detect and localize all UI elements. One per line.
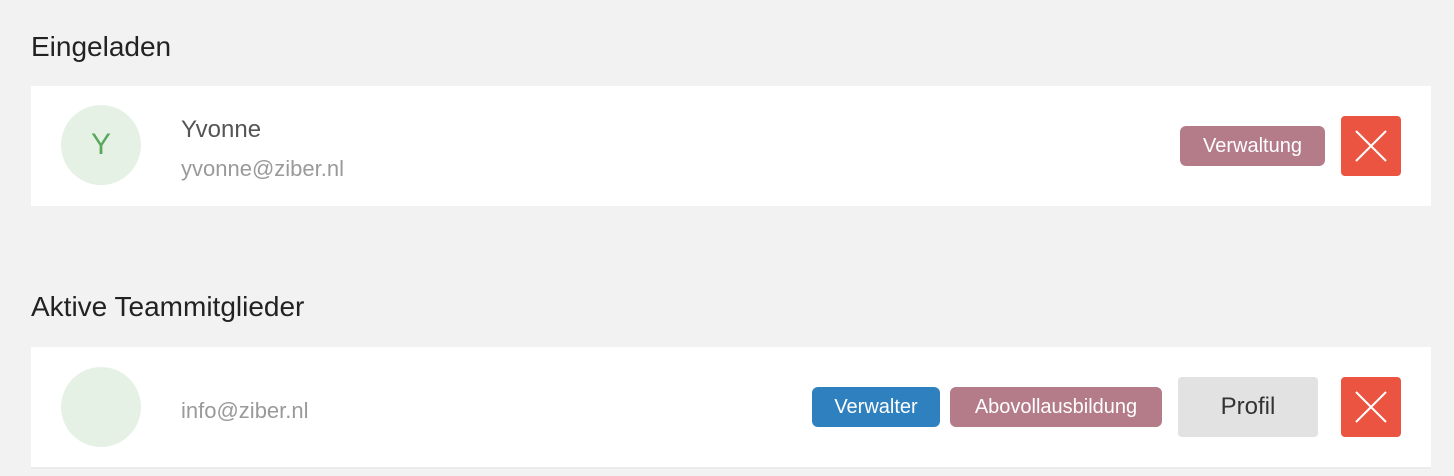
member-email: yvonne@ziber.nl xyxy=(181,156,344,181)
invited-member-card: Y Yvonne yvonne@ziber.nl Verwaltung xyxy=(31,86,1431,206)
active-section-title: Aktive Teammitglieder xyxy=(31,291,305,322)
close-icon xyxy=(1355,391,1387,423)
invited-section-title: Eingeladen xyxy=(31,31,172,62)
profile-button[interactable]: Profil xyxy=(1178,377,1318,437)
row-divider xyxy=(31,467,1431,469)
role-tag-abovollausbildung: Abovollausbildung xyxy=(950,387,1162,427)
active-member-card: info@ziber.nl Verwalter Abovollausbildun… xyxy=(31,347,1431,467)
remove-member-button[interactable] xyxy=(1341,377,1401,437)
member-email: info@ziber.nl xyxy=(181,398,309,423)
remove-invite-button[interactable] xyxy=(1341,116,1401,176)
member-name: Yvonne xyxy=(181,116,262,143)
close-icon xyxy=(1355,130,1387,162)
avatar xyxy=(61,367,141,447)
role-tag-verwaltung: Verwaltung xyxy=(1180,126,1325,166)
avatar: Y xyxy=(61,105,141,185)
role-tag-verwalter: Verwalter xyxy=(812,387,940,427)
